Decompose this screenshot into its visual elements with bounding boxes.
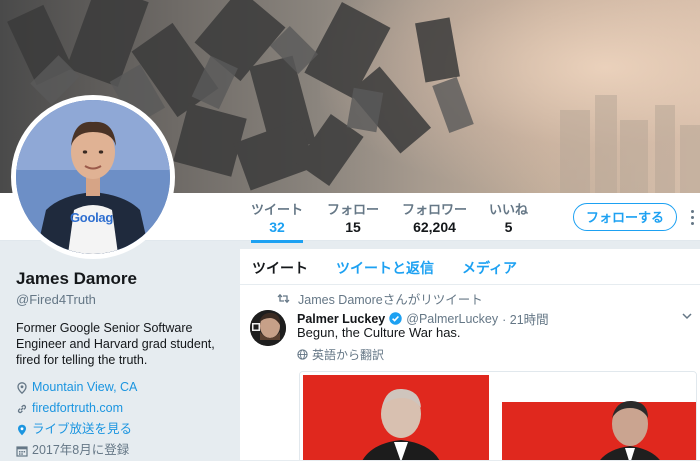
retweet-icon xyxy=(277,293,290,304)
avatar[interactable]: Goolag xyxy=(11,95,175,259)
follow-button[interactable]: フォローする xyxy=(573,203,677,231)
stat-tweets-label: ツイート xyxy=(251,202,304,217)
stat-likes[interactable]: いいね 5 xyxy=(489,202,528,236)
profile-website-link[interactable]: firedfortruth.com xyxy=(32,398,123,419)
tab-media[interactable]: メディア xyxy=(462,258,517,278)
profile-website: firedfortruth.com xyxy=(16,398,236,419)
profile-handle[interactable]: @Fired4Truth xyxy=(16,291,236,309)
stat-likes-label: いいね xyxy=(489,202,529,217)
profile-broadcast: ライブ放送を見る xyxy=(16,419,236,440)
chevron-down-icon[interactable] xyxy=(682,312,692,320)
tweet-timestamp[interactable]: · 21時間 xyxy=(502,309,549,328)
profile-meta: Mountain View, CA firedfortruth.com ライブ放… xyxy=(16,377,236,461)
profile-broadcast-link[interactable]: ライブ放送を見る xyxy=(32,419,132,440)
avatar-shirt-text: Goolag xyxy=(70,210,113,225)
profile-location-text[interactable]: Mountain View, CA xyxy=(32,377,137,398)
stat-following-label: フォロー xyxy=(327,202,380,217)
globe-icon xyxy=(297,349,308,360)
translate-link[interactable]: 英語から翻訳 xyxy=(297,346,384,363)
tweet-media-image xyxy=(300,372,696,460)
stat-tweets-count: 32 xyxy=(269,219,285,235)
profile-joined: 2017年8月に登録 xyxy=(16,440,236,461)
stat-following[interactable]: フォロー 15 xyxy=(327,202,379,236)
tweet-author-avatar[interactable] xyxy=(250,310,286,346)
stat-followers-label: フォロワー xyxy=(402,202,468,217)
tweet-media[interactable] xyxy=(299,371,697,460)
tab-tweets[interactable]: ツイート xyxy=(252,258,308,278)
stat-followers-count: 62,204 xyxy=(413,219,456,235)
tab-tweets-replies[interactable]: ツイートと返信 xyxy=(336,258,434,278)
calendar-icon xyxy=(16,445,28,457)
profile-name[interactable]: James Damore xyxy=(16,268,236,290)
stat-following-count: 15 xyxy=(345,219,361,235)
verified-badge-icon xyxy=(389,312,402,325)
profile-joined-text: 2017年8月に登録 xyxy=(32,443,130,457)
profile-location: Mountain View, CA xyxy=(16,377,236,398)
link-icon xyxy=(17,404,27,413)
retweet-context-text[interactable]: James Damoreさんがリツイート xyxy=(298,289,483,308)
retweet-context: James Damoreさんがリツイート xyxy=(277,289,483,308)
profile-bio: Former Google Senior Software Engineer a… xyxy=(16,321,215,367)
broadcast-pin-icon xyxy=(18,424,26,435)
tweet-text: Begun, the Culture War has. xyxy=(297,325,461,340)
profile-card: James Damore @Fired4Truth Former Google … xyxy=(16,268,236,461)
timeline-tabs: ツイート ツイートと返信 メディア xyxy=(240,249,700,285)
translate-link-text: 英語から翻訳 xyxy=(312,348,385,362)
avatar-portrait xyxy=(16,100,170,254)
more-vertical-icon[interactable] xyxy=(688,207,696,229)
stat-followers[interactable]: フォロワー 62,204 xyxy=(402,202,467,236)
stat-tweets[interactable]: ツイート 32 xyxy=(251,202,304,243)
location-pin-icon xyxy=(17,381,27,394)
tweet-author-portrait xyxy=(250,310,286,346)
tweet-author-handle[interactable]: @PalmerLuckey xyxy=(406,312,498,326)
tweet-author-name[interactable]: Palmer Luckey xyxy=(297,312,385,326)
timeline: ツイート ツイートと返信 メディア James Damoreさんがリツイート P… xyxy=(240,249,700,460)
stat-likes-count: 5 xyxy=(504,219,513,235)
